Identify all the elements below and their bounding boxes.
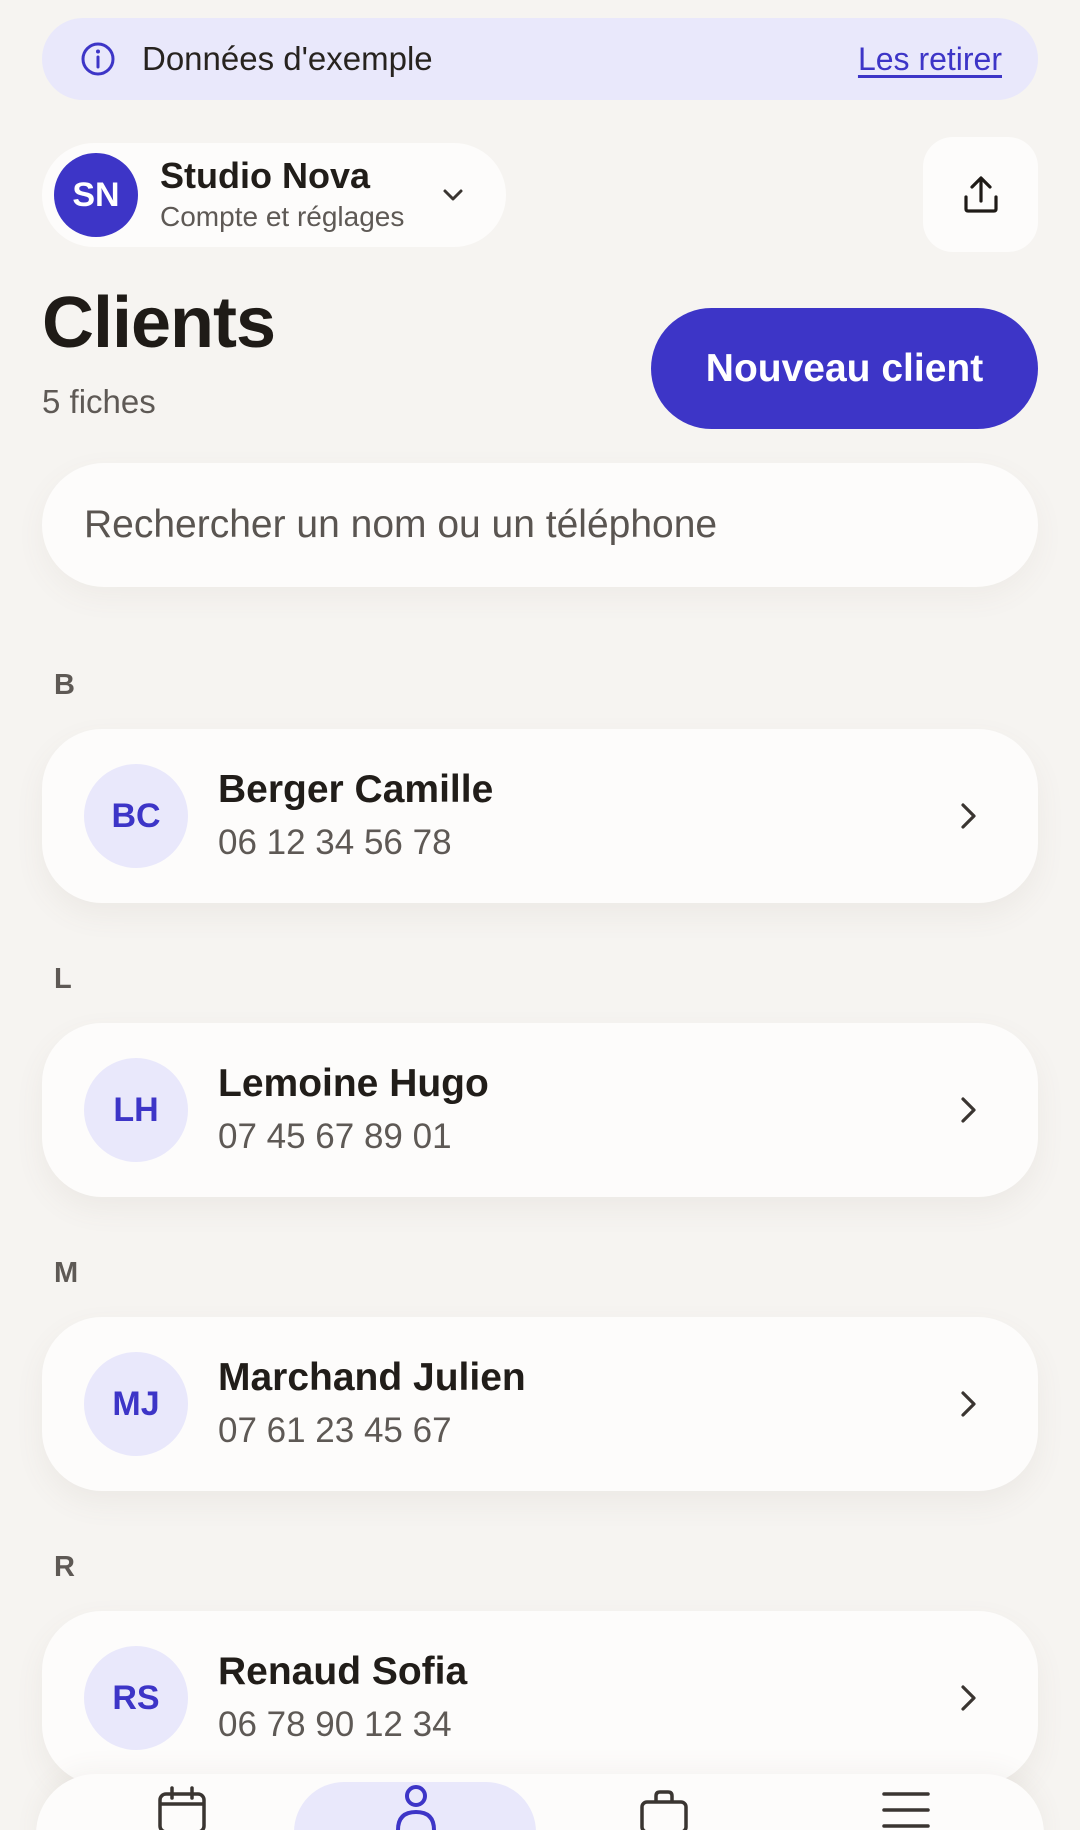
client-name: Lemoine Hugo	[218, 1062, 489, 1105]
section-letter: B	[54, 669, 75, 701]
client-row[interactable]: LH Lemoine Hugo 07 45 67 89 01	[42, 1023, 1038, 1197]
chevron-right-icon	[950, 1092, 986, 1128]
remove-sample-data-link[interactable]: Les retirer	[858, 41, 1002, 78]
banner-text: Données d'exemple	[142, 40, 433, 77]
section-letter: M	[54, 1257, 79, 1289]
share-button[interactable]	[923, 137, 1038, 252]
account-name: Studio Nova	[160, 155, 371, 196]
client-phone: 06 12 34 56 78	[218, 823, 452, 862]
account-subtitle: Compte et réglages	[160, 201, 405, 232]
client-row[interactable]: MJ Marchand Julien 07 61 23 45 67	[42, 1317, 1038, 1491]
client-texts: Renaud Sofia 06 78 90 12 34	[218, 1649, 950, 1747]
search-input[interactable]	[84, 503, 984, 547]
client-count: 5 fiches	[42, 383, 156, 420]
person-icon	[388, 1782, 444, 1830]
sample-data-banner: Données d'exemple Les retirer	[42, 18, 1038, 100]
chevron-right-icon	[950, 1680, 986, 1716]
client-phone: 07 45 67 89 01	[218, 1117, 452, 1156]
briefcase-icon	[636, 1782, 692, 1830]
client-name: Marchand Julien	[218, 1356, 526, 1399]
nav-menu[interactable]	[856, 1782, 956, 1830]
page-title: Clients	[42, 283, 276, 363]
client-texts: Marchand Julien 07 61 23 45 67	[218, 1355, 950, 1453]
account-selector[interactable]: SN Studio Nova Compte et réglages	[42, 143, 506, 247]
clients-screen: Données d'exemple Les retirer SN Studio …	[0, 0, 1080, 1830]
chevron-right-icon	[950, 798, 986, 834]
client-texts: Berger Camille 06 12 34 56 78	[218, 767, 950, 865]
search-bar[interactable]	[42, 463, 1038, 587]
client-avatar: BC	[84, 764, 188, 868]
new-client-button[interactable]: Nouveau client	[651, 308, 1038, 429]
client-texts: Lemoine Hugo 07 45 67 89 01	[218, 1061, 950, 1159]
client-avatar: RS	[84, 1646, 188, 1750]
account-texts: Studio Nova Compte et réglages	[160, 155, 436, 235]
client-avatar: MJ	[84, 1352, 188, 1456]
client-name: Berger Camille	[218, 768, 494, 811]
client-row[interactable]: BC Berger Camille 06 12 34 56 78	[42, 729, 1038, 903]
nav-services[interactable]	[614, 1782, 714, 1830]
client-phone: 07 61 23 45 67	[218, 1411, 452, 1450]
client-row[interactable]: RS Renaud Sofia 06 78 90 12 34	[42, 1611, 1038, 1785]
section-letter: R	[54, 1551, 75, 1583]
chevron-down-icon	[436, 178, 470, 212]
section-letter: L	[54, 963, 72, 995]
client-avatar: LH	[84, 1058, 188, 1162]
menu-icon	[878, 1782, 934, 1830]
calendar-icon	[154, 1782, 210, 1830]
nav-clients[interactable]	[366, 1782, 466, 1830]
nav-calendar[interactable]	[132, 1782, 232, 1830]
client-name: Renaud Sofia	[218, 1650, 468, 1693]
chevron-right-icon	[950, 1386, 986, 1422]
bottom-nav	[36, 1774, 1044, 1830]
info-icon	[78, 39, 118, 79]
account-avatar: SN	[54, 153, 138, 237]
client-phone: 06 78 90 12 34	[218, 1705, 452, 1744]
share-icon	[959, 173, 1003, 217]
